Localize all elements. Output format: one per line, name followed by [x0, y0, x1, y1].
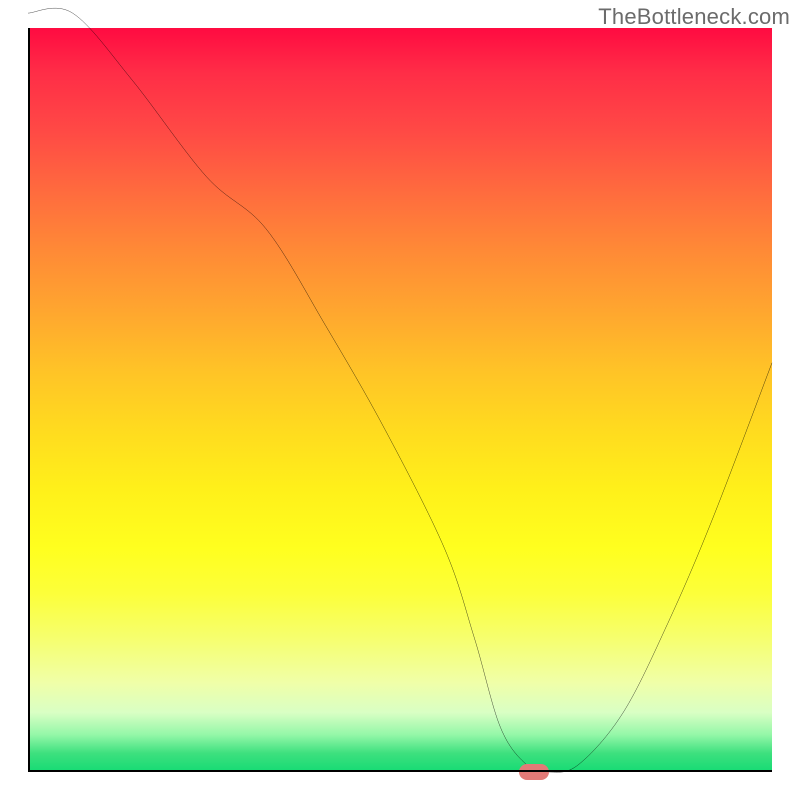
plot-area — [28, 28, 772, 772]
bottleneck-curve — [28, 28, 772, 772]
bottleneck-chart: TheBottleneck.com — [0, 0, 800, 800]
watermark-text: TheBottleneck.com — [598, 4, 790, 30]
optimal-point-marker — [519, 764, 549, 780]
